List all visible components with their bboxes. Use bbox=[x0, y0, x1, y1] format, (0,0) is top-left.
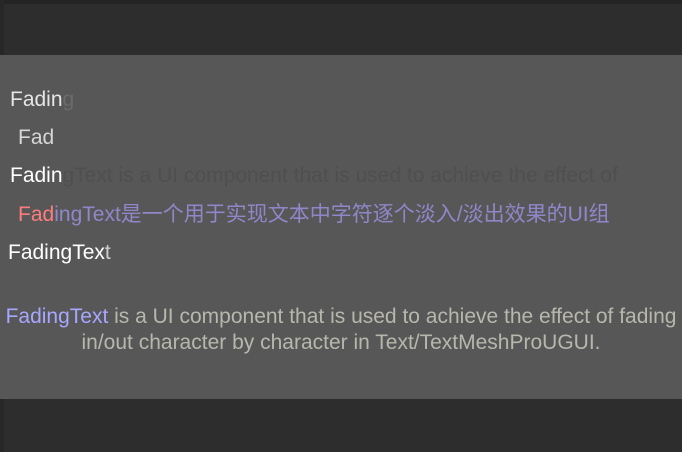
fading-char: 符 bbox=[351, 203, 373, 226]
fading-char: 实 bbox=[225, 203, 247, 226]
fading-line-5: FadingText bbox=[8, 241, 111, 265]
fading-char: 于 bbox=[204, 203, 226, 226]
fading-char: x bbox=[104, 203, 115, 226]
fading-line-5-fading: t bbox=[104, 241, 111, 264]
fading-char: 逐 bbox=[372, 203, 394, 226]
fading-line-5-visible: FadingTex bbox=[8, 241, 105, 264]
fading-line-2-visible: Fad bbox=[18, 126, 55, 149]
fading-char: 现 bbox=[246, 203, 268, 226]
fading-char: 字 bbox=[330, 203, 352, 226]
fading-line-2: Fad bbox=[18, 126, 54, 150]
description-text: FadingText is a UI component that is use… bbox=[4, 304, 678, 356]
fading-char: U bbox=[567, 203, 583, 226]
fading-line-3: Fadin bbox=[10, 164, 63, 188]
fading-char: F bbox=[18, 203, 31, 226]
fading-line-1-visible: Fadin bbox=[10, 88, 63, 111]
fading-char: T bbox=[82, 203, 93, 226]
fading-char: 一 bbox=[141, 203, 163, 226]
fading-char: 淡 bbox=[414, 203, 436, 226]
description-rest: is a UI component that is used to achiev… bbox=[81, 305, 677, 354]
fading-char: 效 bbox=[504, 203, 526, 226]
fading-line-chinese: FadingText是一个用于实现文本中字符逐个淡入/淡出效果的UI组 bbox=[18, 203, 610, 227]
fading-char: 淡 bbox=[462, 203, 484, 226]
fading-char: e bbox=[92, 203, 105, 226]
fading-char: d bbox=[42, 203, 55, 226]
description-highlight: FadingText bbox=[5, 305, 109, 328]
fading-line-1-fading: g bbox=[62, 88, 75, 111]
fading-line-3-visible: Fadin bbox=[10, 164, 63, 187]
fading-char: a bbox=[30, 203, 43, 226]
fading-char: 入 bbox=[435, 203, 457, 226]
fading-char: 组 bbox=[588, 203, 610, 226]
fading-char: 中 bbox=[309, 203, 331, 226]
fading-line-1: Fading bbox=[10, 88, 74, 112]
fading-char: 用 bbox=[183, 203, 205, 226]
ghost-background-text: FadingText is a UI component that is use… bbox=[10, 164, 618, 187]
fading-char: 本 bbox=[288, 203, 310, 226]
fading-char: 的 bbox=[546, 203, 568, 226]
fading-char: 出 bbox=[483, 203, 505, 226]
fading-char: 果 bbox=[525, 203, 547, 226]
fading-char: 个 bbox=[393, 203, 415, 226]
window-background: FadingText is a UI component that is use… bbox=[0, 0, 682, 452]
top-edge bbox=[0, 0, 682, 4]
fading-char: 是 bbox=[120, 203, 142, 226]
fading-char: 文 bbox=[267, 203, 289, 226]
fading-char: 个 bbox=[162, 203, 184, 226]
fading-char: n bbox=[58, 203, 71, 226]
demo-panel: FadingText is a UI component that is use… bbox=[0, 55, 682, 399]
fading-char: g bbox=[70, 203, 83, 226]
